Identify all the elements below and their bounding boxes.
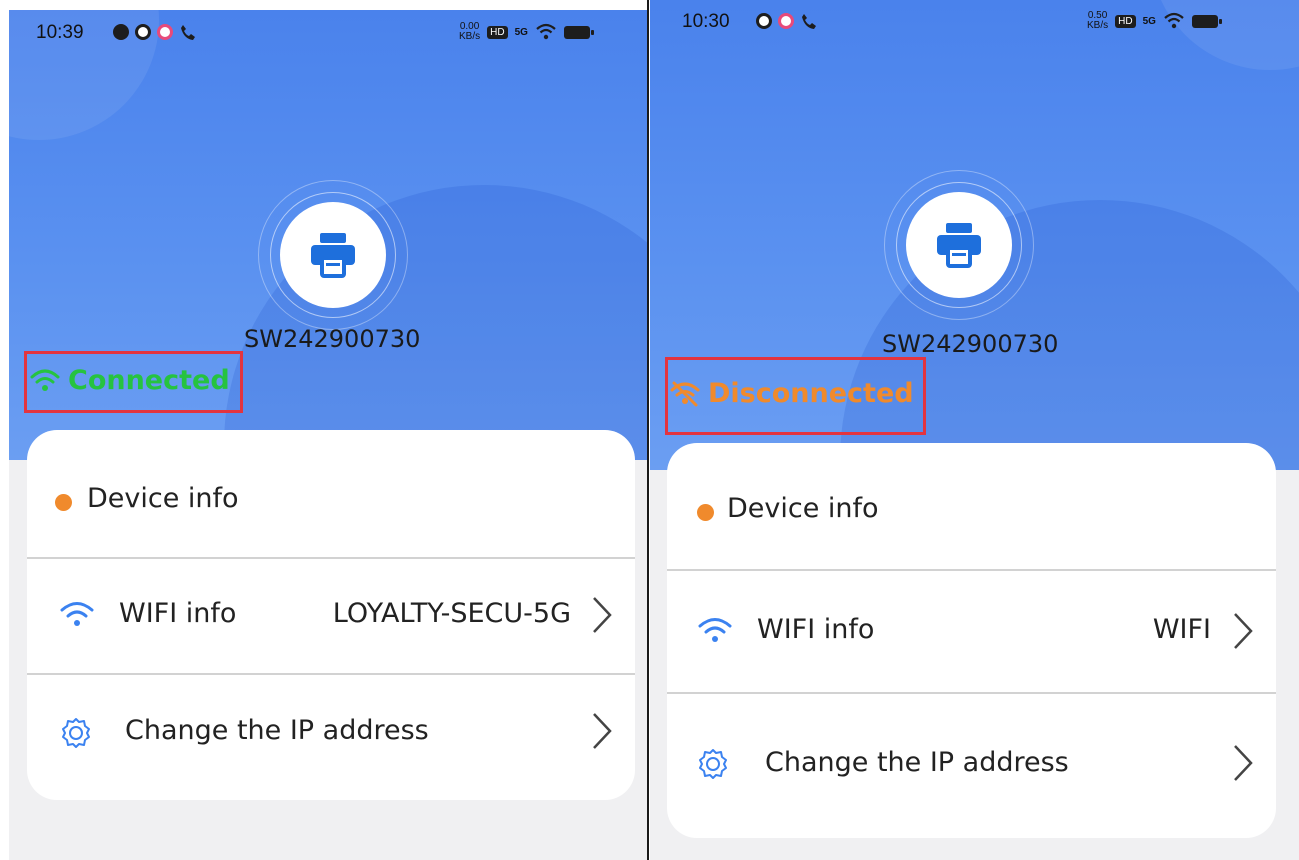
printer-icon [937,223,981,268]
printer-avatar [258,180,408,330]
settings-card: Device info WIFI info LOYALTY-SECU-5G Ch… [27,430,635,800]
app-icon [135,24,151,40]
battery-icon [563,25,594,39]
change-ip-row[interactable]: Change the IP address [667,693,1276,828]
wifi-info-label: WIFI info [119,598,237,629]
call-icon [181,25,195,40]
wifi-info-row[interactable]: WIFI info LOYALTY-SECU-5G [27,558,635,673]
printer-avatar [884,170,1034,320]
wifi-status-icon [1164,12,1184,29]
battery-icon [1191,14,1222,28]
chat-icon [113,24,129,40]
device-info-row[interactable]: Device info [27,445,635,560]
app-icon [778,13,794,29]
notification-icons [756,12,818,30]
device-serial: SW242900730 [244,325,421,353]
signal-icon: 5G [1142,15,1156,27]
highlight-box [665,357,926,435]
divider [647,0,649,860]
wifi-network-name: WIFI [1152,614,1211,645]
chevron-right-icon [593,713,612,749]
wifi-network-name: LOYALTY-SECU-5G [332,598,571,629]
app-icon [157,24,173,40]
network-speed: 0.50 KB/s [1087,10,1109,31]
status-bar: 10:39 0.00 KB/s HD 5G [9,10,647,60]
change-ip-row[interactable]: Change the IP address [27,674,635,789]
device-info-label: Device info [87,483,239,514]
chevron-right-icon [1234,745,1253,781]
comparison-screenshot: 10:39 0.00 KB/s HD 5G SW242900730 Connec… [0,0,1299,860]
status-bar: 10:30 0.50 KB/s HD 5G [650,0,1299,50]
wifi-info-row[interactable]: WIFI info WIFI [667,570,1276,692]
device-info-row[interactable]: Device info [667,453,1276,568]
status-time: 10:30 [682,11,730,32]
wifi-status-icon [536,23,556,40]
status-dot-icon [55,494,72,511]
change-ip-label: Change the IP address [125,715,429,746]
app-icon [756,13,772,29]
system-indicators: 0.00 KB/s HD 5G [459,21,594,42]
notification-icons [113,23,197,41]
status-time: 10:39 [36,22,84,43]
device-serial: SW242900730 [882,330,1059,358]
hd-badge: HD [487,25,508,39]
settings-gear-icon [699,749,727,779]
call-icon [802,14,816,29]
settings-gear-icon [62,718,90,748]
printer-icon [311,233,355,278]
wifi-icon [60,602,94,626]
signal-icon: 5G [514,26,528,38]
right-phone-screen: 10:30 0.50 KB/s HD 5G SW242900730 Discon… [650,0,1299,860]
hd-badge: HD [1115,14,1136,28]
system-indicators: 0.50 KB/s HD 5G [1087,10,1222,31]
settings-card: Device info WIFI info WIFI Change the IP… [667,443,1276,838]
wifi-icon [698,618,732,642]
network-speed: 0.00 KB/s [459,21,481,42]
chevron-right-icon [593,597,612,633]
device-info-label: Device info [727,493,879,524]
status-dot-icon [697,504,714,521]
highlight-box [24,351,243,413]
change-ip-label: Change the IP address [765,747,1069,778]
chevron-right-icon [1234,613,1253,649]
left-phone-screen: 10:39 0.00 KB/s HD 5G SW242900730 Connec… [9,10,647,860]
wifi-info-label: WIFI info [757,614,875,645]
